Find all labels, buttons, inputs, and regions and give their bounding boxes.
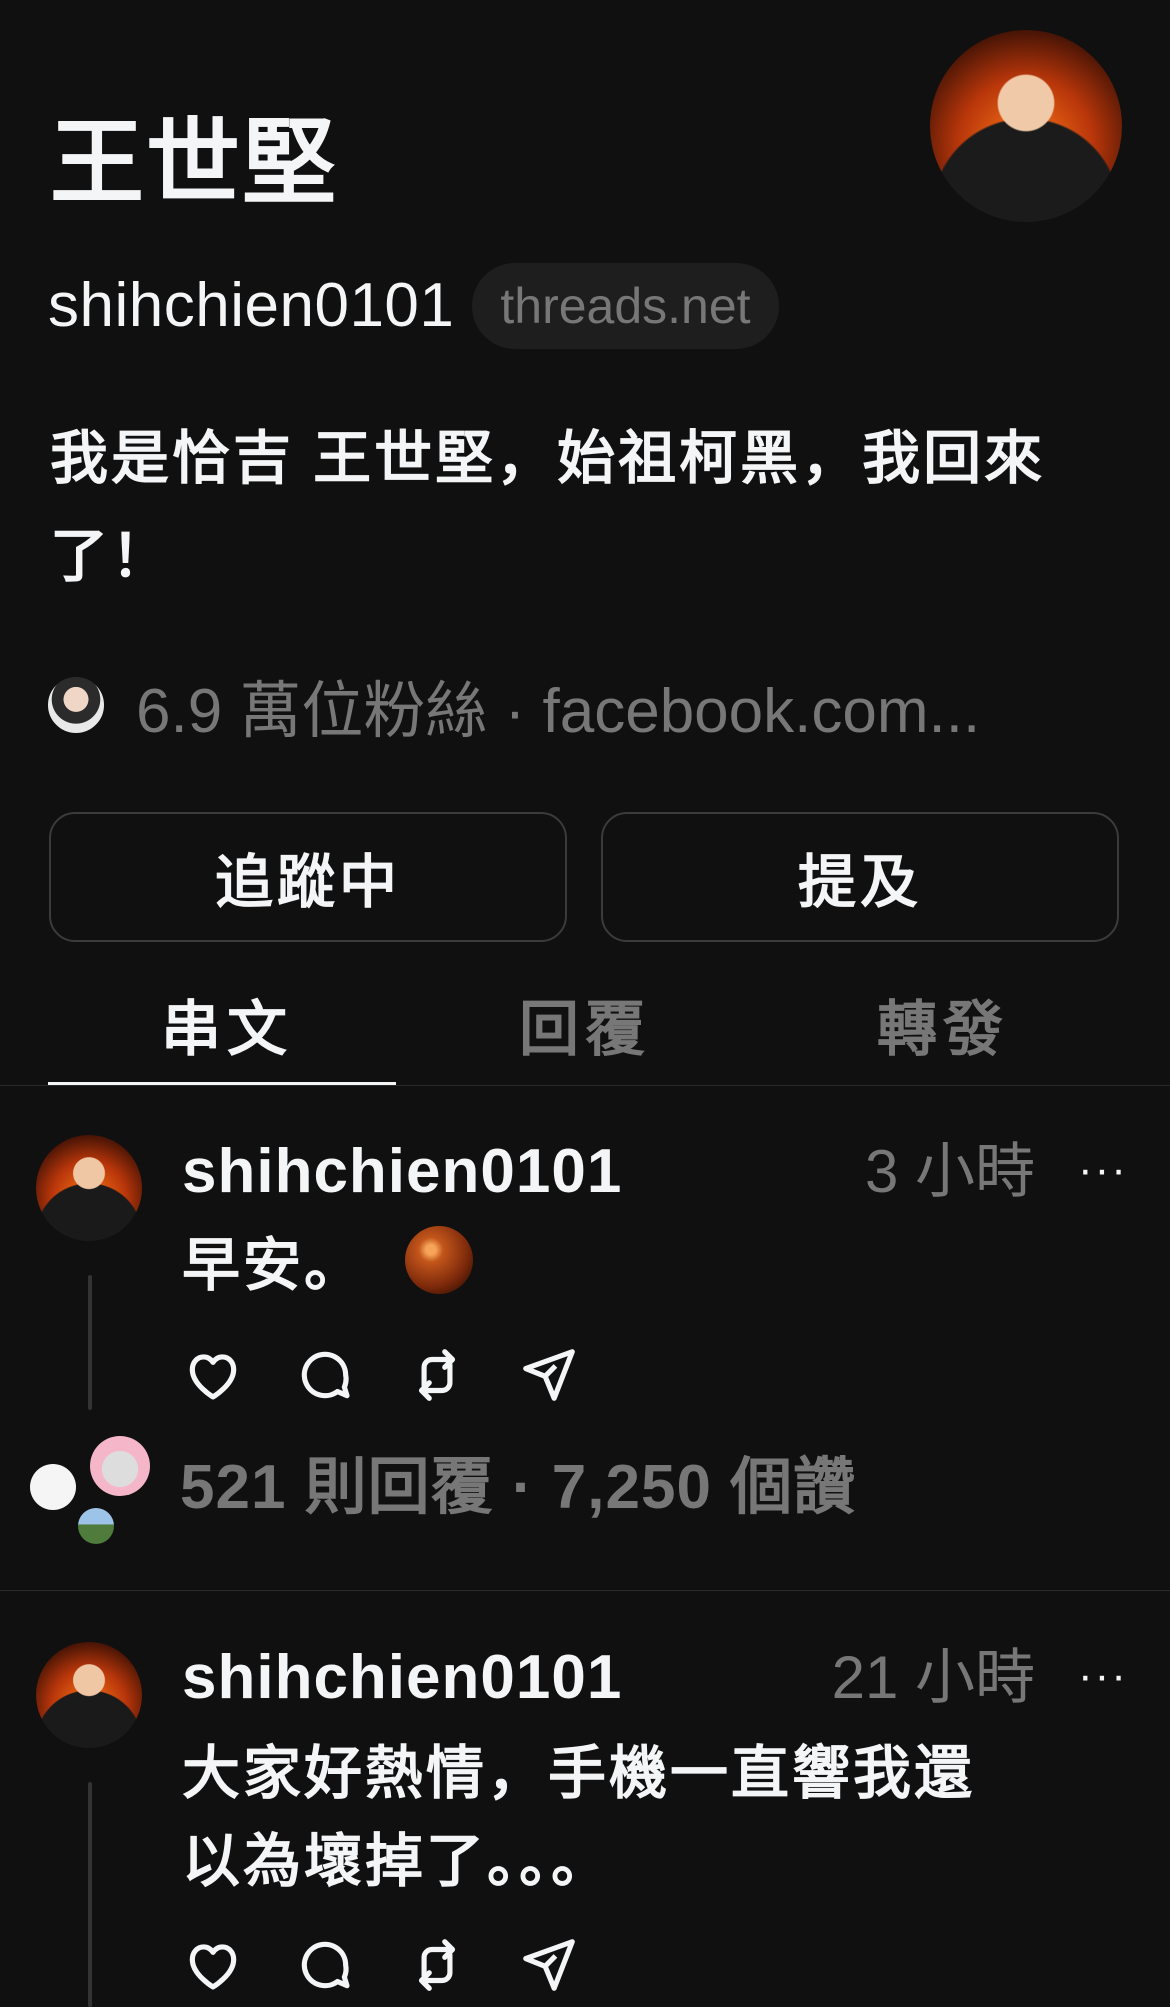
- profile-name: 王世堅: [50, 110, 339, 215]
- tab-replies[interactable]: 回覆: [406, 990, 764, 1088]
- share-icon[interactable]: [518, 1934, 580, 1996]
- post-avatar[interactable]: [36, 1135, 142, 1241]
- post-actions: [182, 1934, 580, 1996]
- threads-domain-badge[interactable]: threads.net: [472, 263, 779, 349]
- mention-button[interactable]: 提及: [601, 812, 1119, 942]
- replier-avatar: [78, 1508, 114, 1544]
- post-text: 早安。: [182, 1222, 474, 1310]
- tab-threads[interactable]: 串文: [48, 990, 406, 1088]
- following-button[interactable]: 追蹤中: [49, 812, 567, 942]
- post-username[interactable]: shihchien0101: [182, 1132, 622, 1212]
- replier-avatar: [30, 1464, 76, 1510]
- thread-line: [88, 1782, 92, 2007]
- post-actions: [182, 1344, 580, 1406]
- profile-tabs: 串文 回覆 轉發: [48, 990, 1122, 1088]
- tab-reposts[interactable]: 轉發: [764, 990, 1122, 1088]
- post-stats[interactable]: 521 則回覆 · 7,250 個讚: [180, 1448, 856, 1528]
- replier-avatar: [90, 1436, 150, 1496]
- more-options-icon[interactable]: ···: [1078, 1140, 1128, 1200]
- post-timestamp: 3 小時: [864, 1138, 1035, 1205]
- profile-avatar[interactable]: [930, 30, 1122, 222]
- thread-line: [88, 1275, 92, 1410]
- comment-icon[interactable]: [294, 1344, 356, 1406]
- post-timestamp: 21 小時: [831, 1644, 1035, 1711]
- post-text-content: 早安。: [182, 1233, 366, 1298]
- chestnut-emoji: [405, 1225, 474, 1294]
- followers-row[interactable]: 6.9 萬位粉絲 · facebook.com...: [46, 665, 980, 746]
- repost-icon[interactable]: [406, 1344, 468, 1406]
- like-icon[interactable]: [182, 1344, 244, 1406]
- post-avatar[interactable]: [36, 1642, 142, 1748]
- profile-handle: shihchien0101: [48, 271, 455, 340]
- followers-text[interactable]: 6.9 萬位粉絲 · facebook.com...: [136, 660, 980, 750]
- handle-row: shihchien0101 threads.net: [48, 262, 779, 350]
- comment-icon[interactable]: [294, 1934, 356, 1996]
- profile-bio: 我是恰吉 王世堅，始祖柯黑，我回來了！: [50, 426, 1046, 589]
- post-text-line: 大家好熱情，手機一直響我還: [182, 1741, 976, 1806]
- post-username[interactable]: shihchien0101: [182, 1638, 622, 1718]
- divider: [0, 1590, 1170, 1591]
- share-icon[interactable]: [518, 1344, 580, 1406]
- repost-icon[interactable]: [406, 1934, 468, 1996]
- like-icon[interactable]: [182, 1934, 244, 1996]
- more-options-icon[interactable]: ···: [1078, 1646, 1128, 1706]
- follower-avatar: [46, 675, 106, 735]
- divider: [0, 1085, 1170, 1086]
- post-text-line: 以為壞掉了。。。: [182, 1829, 613, 1894]
